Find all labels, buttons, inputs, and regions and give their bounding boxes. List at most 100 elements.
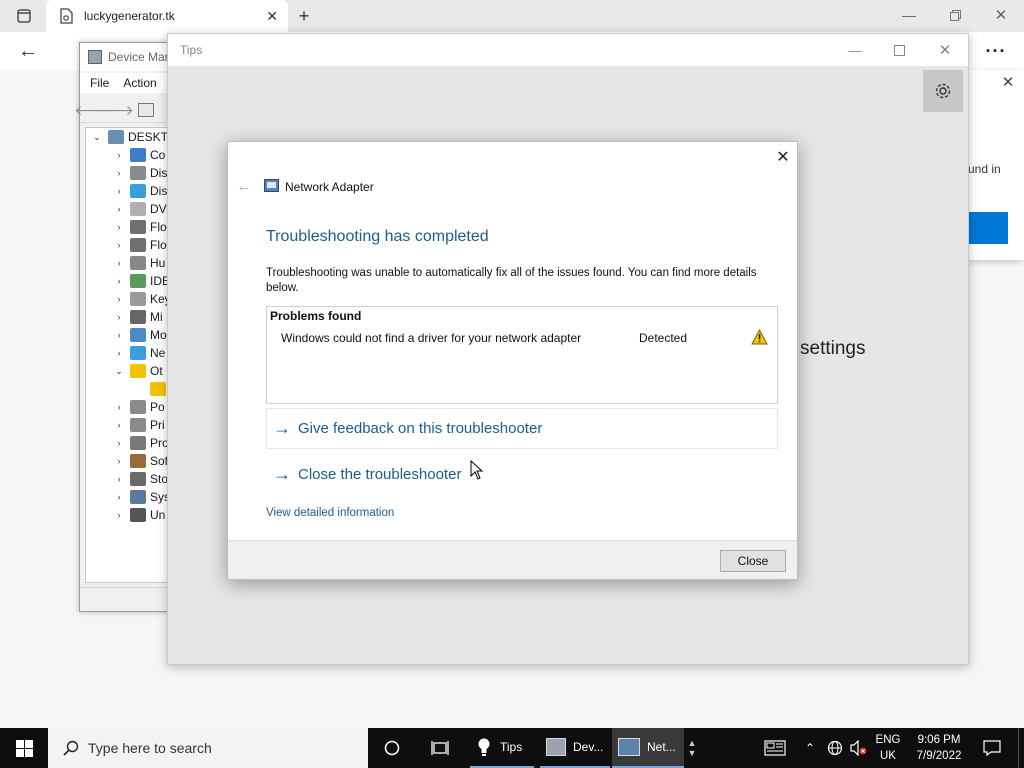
- tray-chevron-icon[interactable]: ⌃: [800, 728, 820, 768]
- toolbar-properties-icon[interactable]: [138, 103, 154, 117]
- tips-title: Tips: [180, 43, 203, 57]
- tree-expand-icon[interactable]: ⌄: [92, 132, 102, 143]
- action-center-icon[interactable]: [978, 728, 1006, 768]
- search-icon: [62, 739, 80, 757]
- tab-actions-icon[interactable]: [14, 7, 34, 25]
- tab-close-icon[interactable]: ✕: [266, 8, 278, 25]
- notes-icon[interactable]: [760, 728, 790, 768]
- expand-chevron-icon[interactable]: ›: [114, 222, 124, 232]
- language-indicator[interactable]: ENG UK: [872, 732, 904, 764]
- dialog-close-icon[interactable]: ✕: [772, 146, 794, 168]
- start-windows-icon[interactable]: [0, 728, 48, 768]
- minimize-icon[interactable]: —: [898, 6, 920, 24]
- tree-item[interactable]: › Dis: [86, 182, 174, 200]
- taskbar-app-tips[interactable]: Tips: [470, 728, 534, 768]
- device-category-icon: [130, 346, 146, 360]
- expand-chevron-icon[interactable]: ›: [114, 348, 124, 358]
- expand-chevron-icon[interactable]: ›: [114, 330, 124, 340]
- expand-chevron-icon[interactable]: ›: [114, 204, 124, 214]
- back-icon[interactable]: ←: [16, 40, 40, 62]
- tree-item[interactable]: › Po: [86, 398, 174, 416]
- feedback-link-row[interactable]: → Give feedback on this troubleshooter: [266, 408, 778, 449]
- side-panel-text: und in: [968, 162, 1001, 176]
- expand-chevron-icon[interactable]: ›: [114, 492, 124, 502]
- tree-item[interactable]: › Pri: [86, 416, 174, 434]
- tree-item[interactable]: › Ne: [86, 344, 174, 362]
- device-manager-titlebar[interactable]: Device Mar: [80, 43, 178, 71]
- browser-close-icon[interactable]: ✕: [990, 6, 1012, 24]
- side-panel-button[interactable]: [968, 212, 1008, 244]
- taskbar-app-network-adapter[interactable]: Net...: [612, 728, 684, 768]
- expand-chevron-icon[interactable]: ›: [114, 186, 124, 196]
- network-globe-icon[interactable]: [824, 728, 846, 768]
- taskbar-search-box[interactable]: Type here to search: [48, 728, 368, 768]
- more-options-icon[interactable]: ···: [984, 40, 1008, 62]
- task-view-icon[interactable]: [420, 728, 460, 768]
- expand-chevron-icon[interactable]: ›: [114, 420, 124, 430]
- tree-item[interactable]: › DV: [86, 200, 174, 218]
- problem-text: Windows could not find a driver for your…: [281, 331, 582, 345]
- tips-close-icon[interactable]: ✕: [934, 40, 956, 60]
- expand-chevron-icon[interactable]: ›: [114, 168, 124, 178]
- expand-chevron-icon[interactable]: ›: [114, 276, 124, 286]
- taskbar-scroll-icon[interactable]: ▲ ▼: [686, 728, 698, 768]
- tree-item[interactable]: › Key: [86, 290, 174, 308]
- tree-item[interactable]: › Pro: [86, 434, 174, 452]
- clock[interactable]: 9:06 PM 7/9/2022: [908, 732, 970, 764]
- tips-minimize-icon[interactable]: —: [844, 40, 866, 60]
- tree-item[interactable]: › Un: [86, 506, 174, 524]
- restore-icon[interactable]: [944, 6, 966, 24]
- taskbar-app-tips-label: Tips: [500, 740, 523, 754]
- expand-chevron-icon[interactable]: ›: [114, 456, 124, 466]
- expand-chevron-icon[interactable]: ›: [114, 438, 124, 448]
- new-tab-icon[interactable]: +: [294, 6, 314, 26]
- tips-maximize-icon[interactable]: [888, 40, 910, 60]
- close-troubleshooter-link[interactable]: Close the troubleshooter: [298, 466, 461, 483]
- taskbar-app-device-manager[interactable]: Dev...: [540, 728, 610, 768]
- device-manager-title: Device Mar: [108, 50, 169, 64]
- expand-chevron-icon[interactable]: ›: [114, 474, 124, 484]
- settings-gear-icon[interactable]: [923, 70, 963, 112]
- expand-chevron-icon[interactable]: ›: [114, 312, 124, 322]
- tree-item[interactable]: › Flo: [86, 218, 174, 236]
- tree-item[interactable]: [86, 380, 174, 398]
- tree-root[interactable]: ⌄ DESKT: [86, 128, 174, 146]
- expand-chevron-icon[interactable]: ›: [114, 150, 124, 160]
- expand-chevron-icon[interactable]: ›: [114, 258, 124, 268]
- show-desktop-button[interactable]: [1018, 728, 1024, 768]
- dialog-back-icon[interactable]: ←: [234, 176, 254, 196]
- view-details-link[interactable]: View detailed information: [266, 507, 394, 519]
- feedback-link[interactable]: Give feedback on this troubleshooter: [298, 420, 542, 437]
- dialog-close-button[interactable]: Close: [720, 550, 786, 572]
- tree-item[interactable]: › Mo: [86, 326, 174, 344]
- expand-chevron-icon[interactable]: ›: [114, 510, 124, 520]
- problem-row[interactable]: Windows could not find a driver for your…: [267, 328, 777, 349]
- menu-file[interactable]: File: [90, 76, 109, 90]
- tree-item[interactable]: › Flo: [86, 236, 174, 254]
- expand-chevron-icon[interactable]: ›: [114, 402, 124, 412]
- side-panel-close-icon[interactable]: ✕: [998, 72, 1018, 92]
- cortana-icon[interactable]: [372, 728, 412, 768]
- tree-item[interactable]: › Sys: [86, 488, 174, 506]
- tree-item-label: Flo: [150, 220, 167, 234]
- tree-item[interactable]: › IDE: [86, 272, 174, 290]
- expand-chevron-icon[interactable]: ›: [114, 294, 124, 304]
- expand-chevron-icon[interactable]: ›: [114, 240, 124, 250]
- tree-item[interactable]: ⌄ Ot: [86, 362, 174, 380]
- tree-item-label: Mi: [150, 310, 163, 324]
- troubleshooter-dialog: ✕ ← Network Adapter Troubleshooting has …: [227, 141, 798, 580]
- volume-muted-icon[interactable]: [848, 728, 870, 768]
- tree-item[interactable]: › Dis: [86, 164, 174, 182]
- browser-tab-bar: luckygenerator.tk ✕ + — ✕: [0, 0, 1024, 32]
- tips-titlebar[interactable]: Tips — ✕: [168, 34, 968, 66]
- close-troubleshooter-row[interactable]: → Close the troubleshooter: [266, 454, 778, 495]
- collapse-chevron-icon[interactable]: ⌄: [114, 366, 124, 377]
- tree-item[interactable]: › Sof: [86, 452, 174, 470]
- browser-tab[interactable]: luckygenerator.tk ✕: [46, 0, 288, 32]
- tree-item[interactable]: › Mi: [86, 308, 174, 326]
- tree-item[interactable]: › Sto: [86, 470, 174, 488]
- tree-item[interactable]: › Co: [86, 146, 174, 164]
- toolbar-forward-icon[interactable]: 🡒: [96, 101, 134, 119]
- tree-item[interactable]: › Hu: [86, 254, 174, 272]
- menu-action[interactable]: Action: [123, 76, 156, 90]
